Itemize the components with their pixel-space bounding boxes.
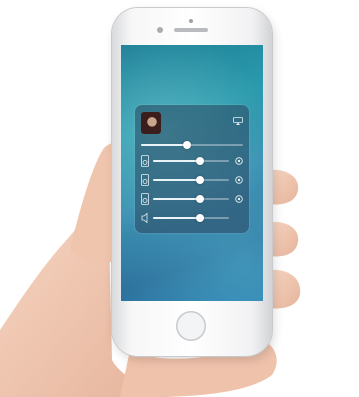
device-volume-knob[interactable] xyxy=(196,214,205,222)
proximity-sensor xyxy=(189,19,193,23)
volume-icon[interactable] xyxy=(235,195,243,203)
speaker-icon xyxy=(141,193,149,205)
device-volume-slider[interactable] xyxy=(153,214,229,222)
master-volume-slider[interactable] xyxy=(141,141,243,149)
front-camera xyxy=(157,27,163,33)
master-volume-track xyxy=(141,141,243,149)
master-volume-fill xyxy=(141,144,187,146)
now-playing[interactable] xyxy=(141,112,243,134)
device-volume-slider[interactable] xyxy=(153,176,229,184)
device-volume-knob[interactable] xyxy=(196,157,205,165)
device-row xyxy=(141,153,243,169)
device-volume-fill xyxy=(153,217,201,219)
phone-screen xyxy=(121,45,263,301)
home-button[interactable] xyxy=(176,311,206,341)
device-volume-knob[interactable] xyxy=(196,176,205,184)
device-row xyxy=(141,210,243,226)
finger-3 xyxy=(268,269,301,309)
finger-2 xyxy=(268,221,299,257)
device-volume-fill xyxy=(153,198,201,200)
device-volume-fill xyxy=(153,179,201,181)
device-volume-slider[interactable] xyxy=(153,157,229,165)
airplay-icon[interactable] xyxy=(233,117,243,125)
master-volume-knob[interactable] xyxy=(182,141,191,149)
speaker-icon xyxy=(141,155,149,167)
device-row xyxy=(141,191,243,207)
device-row xyxy=(141,172,243,188)
speaker-icon xyxy=(141,212,148,224)
photo-scene xyxy=(0,0,359,397)
speaker-icon xyxy=(141,174,149,186)
album-art xyxy=(141,112,161,134)
device-volume-fill xyxy=(153,160,201,162)
device-volume-knob[interactable] xyxy=(196,195,205,203)
earpiece-speaker xyxy=(174,28,208,32)
device-volume-slider[interactable] xyxy=(153,195,229,203)
volume-icon[interactable] xyxy=(235,176,243,184)
audio-control-panel xyxy=(135,105,249,233)
volume-icon[interactable] xyxy=(235,157,243,165)
phone xyxy=(112,8,272,356)
finger-1 xyxy=(268,169,299,205)
